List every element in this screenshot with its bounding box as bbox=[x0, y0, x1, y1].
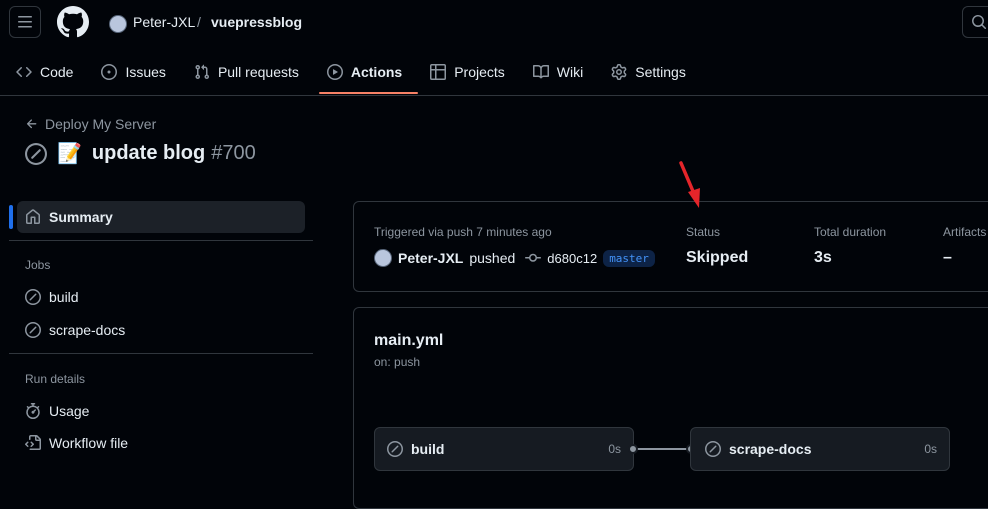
divider bbox=[9, 353, 313, 354]
job-name: build bbox=[411, 441, 445, 457]
pull-request-icon bbox=[195, 64, 209, 80]
back-link-label: Deploy My Server bbox=[45, 116, 157, 132]
actor-link[interactable]: Peter-JXL bbox=[398, 250, 463, 266]
sidebar-item-summary[interactable]: Summary bbox=[17, 201, 305, 233]
connector-dot bbox=[628, 444, 638, 454]
artifacts-value: – bbox=[943, 249, 952, 266]
tab-label: Settings bbox=[635, 64, 686, 80]
arrow-left-icon bbox=[26, 119, 37, 129]
status-label: Status bbox=[686, 225, 721, 239]
search-button[interactable] bbox=[962, 6, 988, 38]
artifacts-label: Artifacts bbox=[943, 225, 987, 239]
job-name: scrape-docs bbox=[729, 441, 812, 457]
status-value: Skipped bbox=[686, 249, 749, 266]
active-indicator bbox=[9, 205, 13, 229]
job-card-build[interactable]: build 0s bbox=[374, 427, 634, 471]
run-name: update blog bbox=[91, 142, 206, 164]
tab-label: Wiki bbox=[556, 64, 584, 80]
commit-sha-link[interactable]: d680c12 bbox=[547, 251, 597, 266]
tab-pull-requests[interactable]: Pull requests bbox=[194, 56, 311, 88]
workflow-trigger: on: push bbox=[374, 355, 421, 369]
stopwatch-icon bbox=[26, 403, 40, 419]
annotation-arrow-icon bbox=[679, 161, 700, 208]
sidebar-item-workflow-file[interactable]: Workflow file bbox=[17, 427, 305, 459]
tab-label: Projects bbox=[454, 64, 505, 80]
tab-actions[interactable]: Actions bbox=[318, 56, 419, 94]
tab-label: Actions bbox=[350, 64, 403, 80]
back-to-workflow-link[interactable]: Deploy My Server bbox=[25, 116, 156, 132]
home-icon bbox=[26, 209, 40, 224]
skipped-icon bbox=[25, 289, 41, 305]
jobs-heading: Jobs bbox=[25, 258, 51, 272]
workflow-file-name[interactable]: main.yml bbox=[374, 332, 443, 350]
memo-emoji: 📝 bbox=[57, 143, 82, 165]
breadcrumb-separator: / bbox=[197, 14, 201, 30]
job-connector bbox=[634, 448, 692, 450]
trigger-text: Triggered via push 7 minutes ago bbox=[374, 225, 552, 239]
file-code-icon bbox=[25, 435, 41, 450]
run-number: #700 bbox=[211, 142, 256, 164]
table-icon bbox=[430, 64, 447, 80]
job-duration: 0s bbox=[608, 442, 621, 456]
play-icon bbox=[326, 64, 343, 80]
owner-link[interactable]: Peter-JXL bbox=[133, 14, 195, 30]
duration-label: Total duration bbox=[814, 225, 887, 239]
tab-label: Issues bbox=[125, 64, 166, 80]
issue-icon bbox=[101, 64, 118, 80]
repo-link[interactable]: vuepressblog bbox=[211, 14, 302, 30]
sidebar-item-label: Workflow file bbox=[49, 435, 129, 451]
sidebar-item-usage[interactable]: Usage bbox=[17, 395, 305, 427]
skipped-icon bbox=[25, 142, 47, 165]
repo-nav: Code Issues Pull requests Actions Projec… bbox=[0, 56, 698, 94]
code-icon bbox=[16, 66, 32, 78]
sidebar-item-build[interactable]: build bbox=[17, 281, 305, 313]
job-duration: 0s bbox=[924, 442, 937, 456]
sidebar-item-label: build bbox=[49, 289, 79, 305]
gear-icon bbox=[611, 64, 627, 80]
sidebar-item-label: Summary bbox=[49, 209, 113, 225]
run-details-heading: Run details bbox=[25, 372, 86, 386]
sidebar-item-label: Usage bbox=[49, 403, 90, 419]
divider bbox=[9, 240, 313, 241]
book-icon bbox=[532, 64, 549, 79]
skipped-icon bbox=[387, 441, 403, 457]
tab-wiki[interactable]: Wiki bbox=[532, 56, 595, 88]
tab-projects[interactable]: Projects bbox=[430, 56, 517, 88]
tab-code[interactable]: Code bbox=[16, 56, 85, 88]
skipped-icon bbox=[705, 441, 721, 457]
commit-icon bbox=[525, 253, 542, 262]
push-action: pushed bbox=[469, 250, 516, 266]
run-title: 📝 update blog #700 bbox=[25, 141, 256, 166]
owner-avatar bbox=[109, 15, 127, 33]
tab-issues[interactable]: Issues bbox=[101, 56, 177, 88]
tab-settings[interactable]: Settings bbox=[611, 56, 698, 88]
push-info: Peter-JXL pushed d680c12 master bbox=[374, 249, 655, 267]
job-card-scrape-docs[interactable]: scrape-docs 0s bbox=[690, 427, 950, 471]
workflow-graph-card bbox=[353, 307, 988, 509]
duration-value: 3s bbox=[814, 249, 832, 266]
sidebar-item-scrape-docs[interactable]: scrape-docs bbox=[17, 314, 305, 346]
actor-avatar bbox=[374, 249, 392, 267]
run-summary-card bbox=[353, 201, 988, 292]
hamburger-icon bbox=[18, 16, 32, 28]
github-logo-icon[interactable] bbox=[57, 6, 89, 38]
search-icon bbox=[972, 15, 987, 30]
skipped-icon bbox=[25, 322, 41, 338]
tab-label: Pull requests bbox=[217, 64, 299, 80]
menu-button[interactable] bbox=[9, 6, 41, 38]
sidebar-item-label: scrape-docs bbox=[49, 322, 126, 338]
tab-label: Code bbox=[40, 64, 74, 80]
branch-label[interactable]: master bbox=[603, 249, 655, 267]
